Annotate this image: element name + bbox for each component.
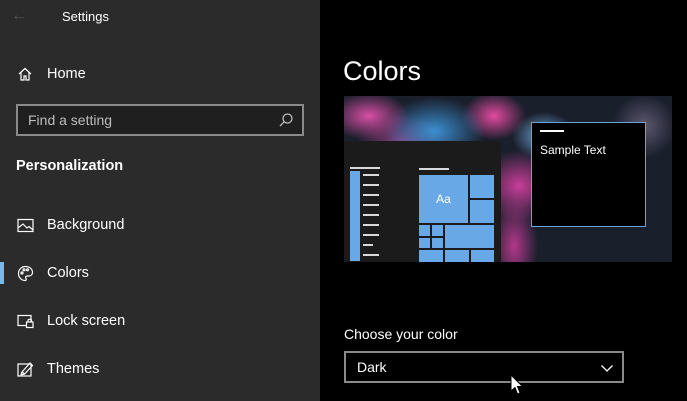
preview-line [540,130,564,132]
preview-tile [419,225,430,236]
preview-mock-window: Aa [344,141,501,262]
settings-window: ← Settings Home Personalization [0,0,687,401]
preview-tile-large: Aa [419,175,468,223]
preview-line [363,174,379,176]
sidebar-item-background[interactable]: Background [0,207,320,243]
preview-tile [471,250,494,262]
color-preview: Aa Sample Text [344,96,672,262]
preview-line [350,167,380,169]
preview-tile [470,175,494,198]
preview-line [363,234,379,236]
app-title: Settings [62,9,109,24]
preview-line [363,194,379,196]
sidebar-item-themes[interactable]: Themes [0,351,320,387]
mouse-cursor-icon [510,373,524,396]
preview-tile [470,200,494,223]
sidebar-item-label: Themes [47,361,100,377]
palette-icon [16,264,34,282]
chevron-down-icon [600,361,614,373]
choose-color-label: Choose your color [344,326,458,342]
sidebar-item-label: Background [47,217,125,233]
preview-line [363,204,379,206]
preview-sidebar [350,171,360,261]
sidebar-item-label: Lock screen [47,313,126,329]
preview-line [363,184,379,186]
preview-line [419,168,449,170]
sidebar-item-lock-screen[interactable]: Lock screen [0,303,320,339]
preview-line [363,224,379,226]
sidebar-item-label: Colors [47,265,89,281]
sample-text: Sample Text [540,143,606,157]
preview-tile [445,250,469,262]
preview-tile [432,238,443,248]
section-title: Personalization [16,158,124,174]
back-arrow-icon: ← [11,7,27,24]
preview-line [363,244,373,246]
active-indicator [0,262,4,284]
preview-tile [432,225,443,236]
preview-tile [419,250,443,262]
main-content: Colors Aa Sample Text Choose your color … [320,0,687,401]
preview-sample-window: Sample Text [531,122,646,227]
sidebar: ← Settings Home Personalization [0,0,320,401]
dropdown-selected-value: Dark [357,359,387,375]
page-title: Colors [343,56,422,86]
search-icon[interactable] [278,112,294,128]
image-icon [16,216,34,234]
preview-tile [445,225,494,248]
search-input[interactable] [18,112,268,128]
preview-line [363,254,379,256]
lock-screen-icon [16,312,34,330]
preview-tile [419,238,430,248]
back-button[interactable]: ← [8,4,30,28]
sidebar-item-colors[interactable]: Colors [0,255,320,291]
search-box[interactable] [16,104,304,136]
nav-home-label: Home [47,66,86,82]
nav-home[interactable]: Home [0,58,320,90]
preview-line [363,214,379,216]
choose-color-dropdown[interactable]: Dark [344,351,624,383]
home-icon [16,65,34,83]
preview-tiles: Aa [419,175,495,262]
themes-icon [16,360,34,378]
